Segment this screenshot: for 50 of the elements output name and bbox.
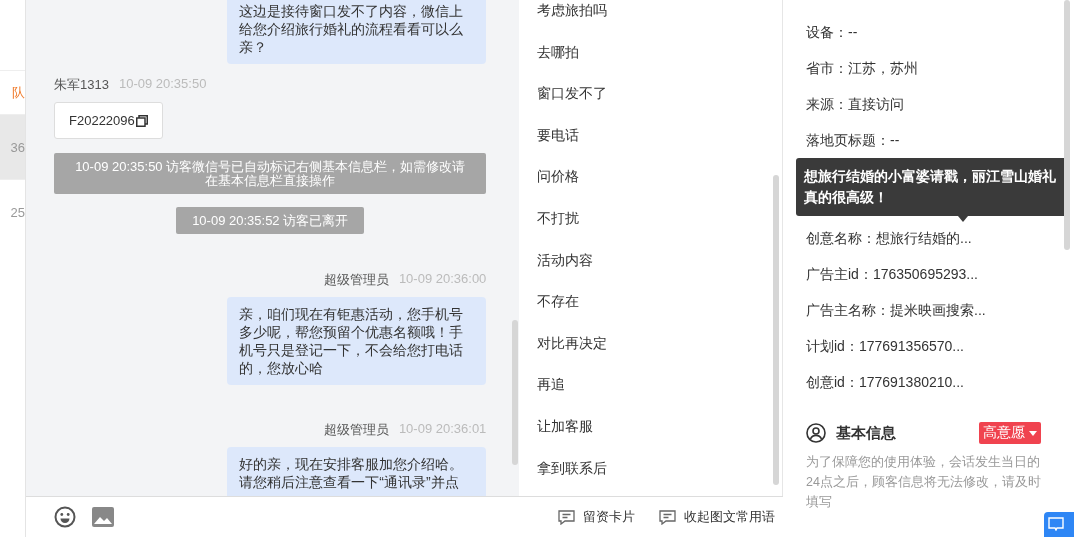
quick-reply-item[interactable]: 问价格 (519, 156, 782, 198)
message-bubble: 好的亲，现在安排客服加您介绍哈。请您稍后注意查看一下“通讯录”并点 (227, 447, 487, 496)
info-field: 设备：-- (806, 24, 1074, 60)
info-field: 广告主id：176350695293... (806, 266, 1074, 302)
quick-reply-item[interactable]: 活动内容 (519, 239, 782, 282)
caret-icon (1029, 430, 1037, 436)
chat-icon (1048, 517, 1064, 531)
chat-button[interactable] (1044, 512, 1074, 537)
quick-reply-item[interactable]: 让加客服 (519, 405, 782, 448)
quick-reply-item[interactable]: 考虑旅拍吗 (519, 0, 782, 32)
toolbar-action[interactable]: 留资卡片 (558, 508, 635, 526)
message-icon (558, 509, 575, 525)
quick-reply-item[interactable]: 对比再决定 (519, 322, 782, 365)
message-time: 10-09 20:36:00 (398, 271, 487, 288)
scrollbar[interactable] (773, 175, 779, 485)
info-field: 来源：直接访问 (806, 96, 1074, 132)
info-field: 省市：江苏，苏州 (806, 60, 1074, 96)
quick-reply-item[interactable]: 不打扰 (519, 197, 782, 240)
quick-reply-item[interactable]: 再追 (519, 364, 782, 406)
info-note: 为了保障您的使用体验，会话发生当日的24点之后，顾客信息将无法修改，请及时填写 (806, 454, 1042, 511)
sender-name: 超级管理员 (323, 421, 389, 439)
message-time: 10-09 20:35:50 (118, 76, 207, 93)
sender-name: 超级管理员 (323, 271, 389, 289)
user-circle-icon (806, 423, 826, 443)
info-field: 计划id：177691356570... (806, 338, 1074, 374)
message-icon (659, 509, 676, 525)
message-bubble: 这边是接待窗口发不了内容，微信上给您介绍旅行婚礼的流程看看可以么亲？ (227, 0, 487, 64)
message-bubble: 亲，咱们现在有钜惠活动，您手机号多少呢，帮您预留个优惠名额哦！手机号只是登记一下，不会给您打电话的，您放心哈 (227, 297, 487, 385)
message-time: 10-09 20:36:01 (398, 421, 487, 438)
toolbar-action[interactable]: 收起图文常用语 (659, 508, 775, 526)
system-notice: 10-09 20:35:52 访客已离开 (176, 207, 365, 234)
sender-name: 朱军1313 (54, 76, 109, 94)
quick-reply-item[interactable]: 不存在 (519, 281, 782, 323)
quick-reply-item[interactable]: 要电话 (519, 114, 782, 157)
quick-reply-item[interactable]: 拿到联系后 (519, 447, 782, 490)
info-field: 创意id：177691380210... (806, 374, 1074, 410)
emoji-icon[interactable] (54, 506, 76, 528)
copy-icon[interactable] (135, 114, 148, 127)
system-notice: 10-09 20:35:50 访客微信号已自动标记右侧基本信息栏，如需修改请在基本信息栏直接操作 (54, 153, 487, 194)
section-title: 基本信息 (836, 423, 896, 443)
image-icon[interactable] (92, 507, 114, 527)
info-field: 广告主名称：提米映画搜索... (806, 302, 1074, 338)
card-text: F20222096 (69, 113, 135, 128)
info-field: 创意名称：想旅行结婚的... (806, 230, 1074, 266)
quick-reply-item[interactable]: 窗口发不了 (519, 73, 782, 115)
scrollbar[interactable] (1064, 0, 1070, 250)
tooltip-arrow (958, 216, 968, 222)
intent-dropdown[interactable]: 高意愿 (979, 422, 1041, 444)
quick-reply-item[interactable]: 去哪拍 (519, 31, 782, 74)
scrollbar[interactable] (512, 320, 519, 465)
